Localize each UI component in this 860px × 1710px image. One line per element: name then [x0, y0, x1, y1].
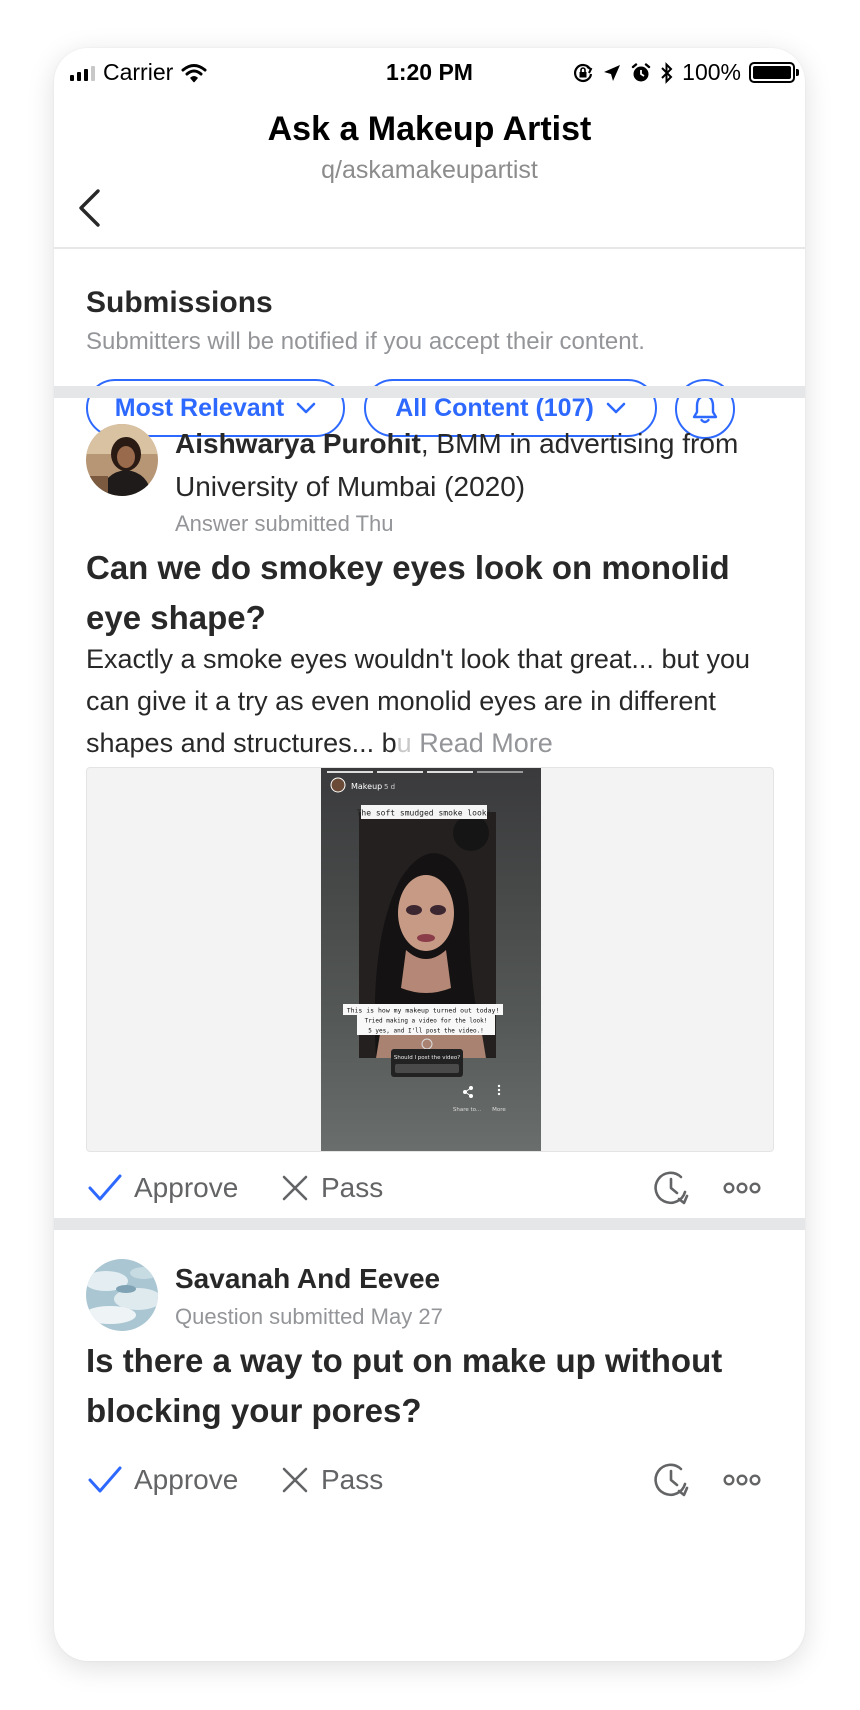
avatar[interactable] [86, 424, 158, 496]
story-caption-top: The soft smudged smoke look! [357, 809, 492, 818]
moderation-actions: Approve Pass [54, 1164, 805, 1212]
schedule-button[interactable] [649, 1166, 693, 1210]
submissions-description: Submitters will be notified if you accep… [86, 328, 645, 355]
alarm-icon [631, 62, 651, 81]
approve-button[interactable]: Approve [88, 1164, 238, 1212]
question-title[interactable]: Can we do smokey eyes look on monolid ey… [86, 543, 776, 643]
bluetooth-icon [661, 61, 673, 84]
submission-meta: Answer submitted Thu [175, 511, 394, 536]
read-more-link[interactable]: Read More [419, 728, 553, 758]
section-divider [54, 386, 805, 398]
approve-button[interactable]: Approve [88, 1456, 238, 1504]
location-icon [604, 64, 621, 81]
space-handle[interactable]: q/askamakeupartist [54, 156, 805, 185]
author-line: Savanah And Eevee [175, 1257, 765, 1300]
approve-label: Approve [134, 1464, 239, 1495]
pass-button[interactable]: Pass [281, 1456, 383, 1504]
orientation-lock-icon [574, 63, 593, 82]
more-options-button[interactable] [720, 1458, 764, 1502]
pass-label: Pass [321, 1464, 384, 1495]
story-user: Makeup [351, 782, 382, 791]
story-share-label: Share to... [453, 1107, 482, 1113]
check-icon [88, 1174, 122, 1201]
excerpt-text: Exactly a smoke eyes wouldn't look that … [86, 644, 751, 758]
status-right: 100% [572, 59, 799, 86]
submission-meta: Question submitted May 27 [175, 1304, 443, 1329]
pass-label: Pass [321, 1172, 384, 1203]
approve-label: Approve [134, 1172, 239, 1203]
story-age: 5 d [384, 783, 395, 791]
page-title: Ask a Makeup Artist [267, 110, 592, 148]
more-icon [723, 1474, 761, 1486]
story-caption-3: 5 yes, and I'll post the video.! [368, 1028, 484, 1035]
check-icon [88, 1466, 122, 1493]
battery-percent: 100% [682, 59, 741, 85]
close-icon [282, 1175, 308, 1201]
phone-frame: Carrier 1:20 PM 100% Ask a Makeup Artist… [54, 48, 805, 1661]
author-name[interactable]: Savanah And Eevee [175, 1263, 440, 1294]
submission-card: Savanah And Eevee Question submitted May… [54, 1230, 805, 1650]
story-screenshot: Makeup 5 d The soft smudged smoke look! … [321, 768, 541, 1151]
close-icon [282, 1467, 308, 1493]
more-icon [723, 1182, 761, 1194]
answer-excerpt[interactable]: Exactly a smoke eyes wouldn't look that … [86, 638, 786, 764]
section-divider [54, 1218, 805, 1230]
story-more-label: More [492, 1107, 506, 1113]
author-line: Aishwarya Purohit, BMM in advertising fr… [175, 422, 765, 508]
story-caption-2: Tried making a video for the look! [365, 1018, 488, 1025]
back-chevron-icon[interactable] [72, 183, 106, 233]
submissions-title: Submissions [86, 286, 273, 319]
story-poll-question: Should I post the video? [394, 1055, 460, 1061]
story-caption-1: This is how my makeup turned out today! [347, 1007, 500, 1015]
schedule-icon [654, 1463, 689, 1497]
author-name[interactable]: Aishwarya Purohit [175, 428, 421, 459]
status-bar: Carrier 1:20 PM 100% [54, 48, 805, 96]
excerpt-fade: u [396, 728, 412, 758]
answer-image[interactable]: Makeup 5 d The soft smudged smoke look! … [86, 767, 774, 1152]
avatar[interactable] [86, 1259, 158, 1331]
schedule-icon [654, 1171, 689, 1205]
more-options-button[interactable] [720, 1166, 764, 1210]
story-image: Makeup 5 d The soft smudged smoke look! … [321, 768, 541, 1151]
schedule-button[interactable] [649, 1458, 693, 1502]
moderation-actions: Approve Pass [54, 1456, 805, 1504]
submission-card: Aishwarya Purohit, BMM in advertising fr… [54, 398, 805, 1218]
pass-button[interactable]: Pass [281, 1164, 383, 1212]
question-title[interactable]: Is there a way to put on make up without… [86, 1336, 776, 1436]
battery-icon [749, 62, 799, 83]
